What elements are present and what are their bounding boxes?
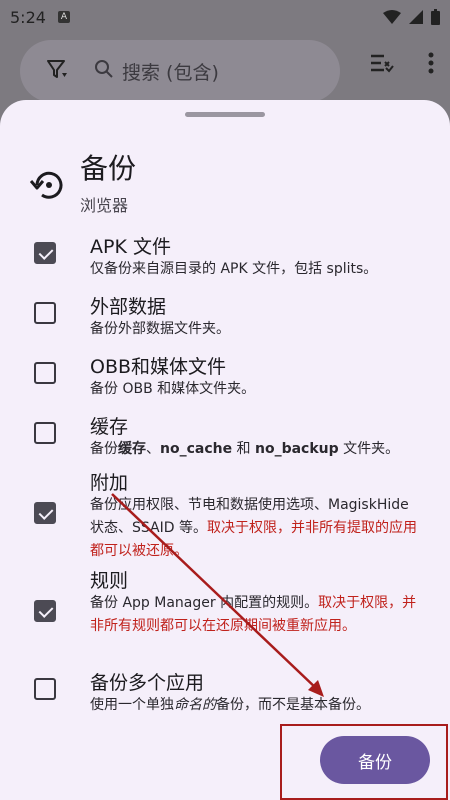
option-title: OBB和媒体文件 [90, 356, 227, 378]
backup-bottom-sheet: 备份 浏览器 APK 文件 仅备份来自源目录的 APK 文件，包括 splits… [0, 100, 450, 800]
cache-checkbox[interactable] [34, 422, 56, 444]
obb-media-checkbox[interactable] [34, 362, 56, 384]
status-time: 5:24 [10, 7, 46, 27]
backup-button[interactable]: 备份 [320, 736, 430, 784]
external-data-checkbox[interactable] [34, 302, 56, 324]
signal-icon [409, 10, 423, 24]
option-description: 仅备份来自源目录的 APK 文件，包括 splits。 [90, 261, 378, 277]
option-title: 附加 [90, 472, 129, 494]
drag-handle[interactable] [185, 112, 265, 117]
option-title: 规则 [90, 570, 129, 592]
apk-files-checkbox[interactable] [34, 242, 56, 264]
option-title: 备份多个应用 [90, 672, 205, 694]
option-title: APK 文件 [90, 236, 171, 258]
more-options-icon[interactable] [428, 52, 434, 78]
option-description: 备份外部数据文件夹。 [90, 321, 230, 337]
extras-checkbox[interactable] [34, 502, 56, 524]
select-all-icon[interactable] [370, 53, 394, 77]
sheet-header: 备份 浏览器 [29, 152, 137, 216]
wifi-icon [383, 10, 401, 24]
option-title: 缓存 [90, 416, 129, 438]
option-description: 使用一个单独命名的备份，而不是基本备份。 [90, 697, 370, 713]
backup-restore-icon [29, 168, 66, 206]
sheet-title: 备份 [80, 152, 137, 185]
search-bar[interactable]: 搜索 (包含) [20, 40, 340, 102]
toolbar-actions [370, 52, 434, 78]
filter-icon[interactable] [46, 58, 68, 84]
option-description: 备份缓存、no_cache 和 no_backup 文件夹。 [90, 441, 400, 457]
option-description: 备份 App Manager 内配置的规则。取决于权限，并非所有规则都可以在还原… [90, 595, 417, 634]
battery-icon [431, 9, 440, 25]
sheet-subtitle: 浏览器 [80, 196, 129, 215]
rules-checkbox[interactable] [34, 600, 56, 622]
option-description: 备份 OBB 和媒体文件夹。 [90, 381, 256, 397]
option-description: 备份应用权限、节电和数据使用选项、MagiskHide 状态、SSAID 等。取… [90, 497, 417, 559]
status-bar: 5:24 A [0, 0, 450, 34]
option-title: 外部数据 [90, 296, 167, 318]
notification-badge-icon: A [57, 11, 70, 23]
search-icon [94, 59, 114, 83]
search-input[interactable]: 搜索 (包含) [122, 58, 219, 85]
backup-multiple-checkbox[interactable] [34, 678, 56, 700]
